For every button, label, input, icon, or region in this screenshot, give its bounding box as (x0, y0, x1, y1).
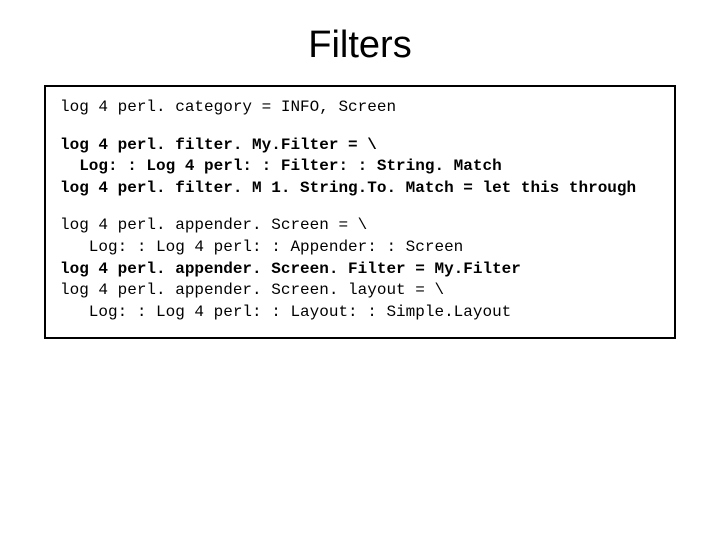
code-line: Log: : Log 4 perl: : Layout: : Simple.La… (60, 302, 660, 324)
code-line: log 4 perl. appender. Screen. Filter = M… (60, 259, 660, 281)
code-line: log 4 perl. filter. M 1. String.To. Matc… (60, 178, 660, 200)
code-line: log 4 perl. filter. My.Filter = \ (60, 135, 660, 157)
code-line: log 4 perl. appender. Screen = \ (60, 215, 660, 237)
slide-title: Filters (0, 0, 720, 85)
code-box: log 4 perl. category = INFO, Screen log … (44, 85, 676, 339)
blank-line (60, 199, 660, 215)
code-line: log 4 perl. category = INFO, Screen (60, 97, 660, 119)
blank-line (60, 119, 660, 135)
code-line: Log: : Log 4 perl: : Appender: : Screen (60, 237, 660, 259)
slide: Filters log 4 perl. category = INFO, Scr… (0, 0, 720, 540)
code-line: log 4 perl. appender. Screen. layout = \ (60, 280, 660, 302)
code-line: Log: : Log 4 perl: : Filter: : String. M… (60, 156, 660, 178)
